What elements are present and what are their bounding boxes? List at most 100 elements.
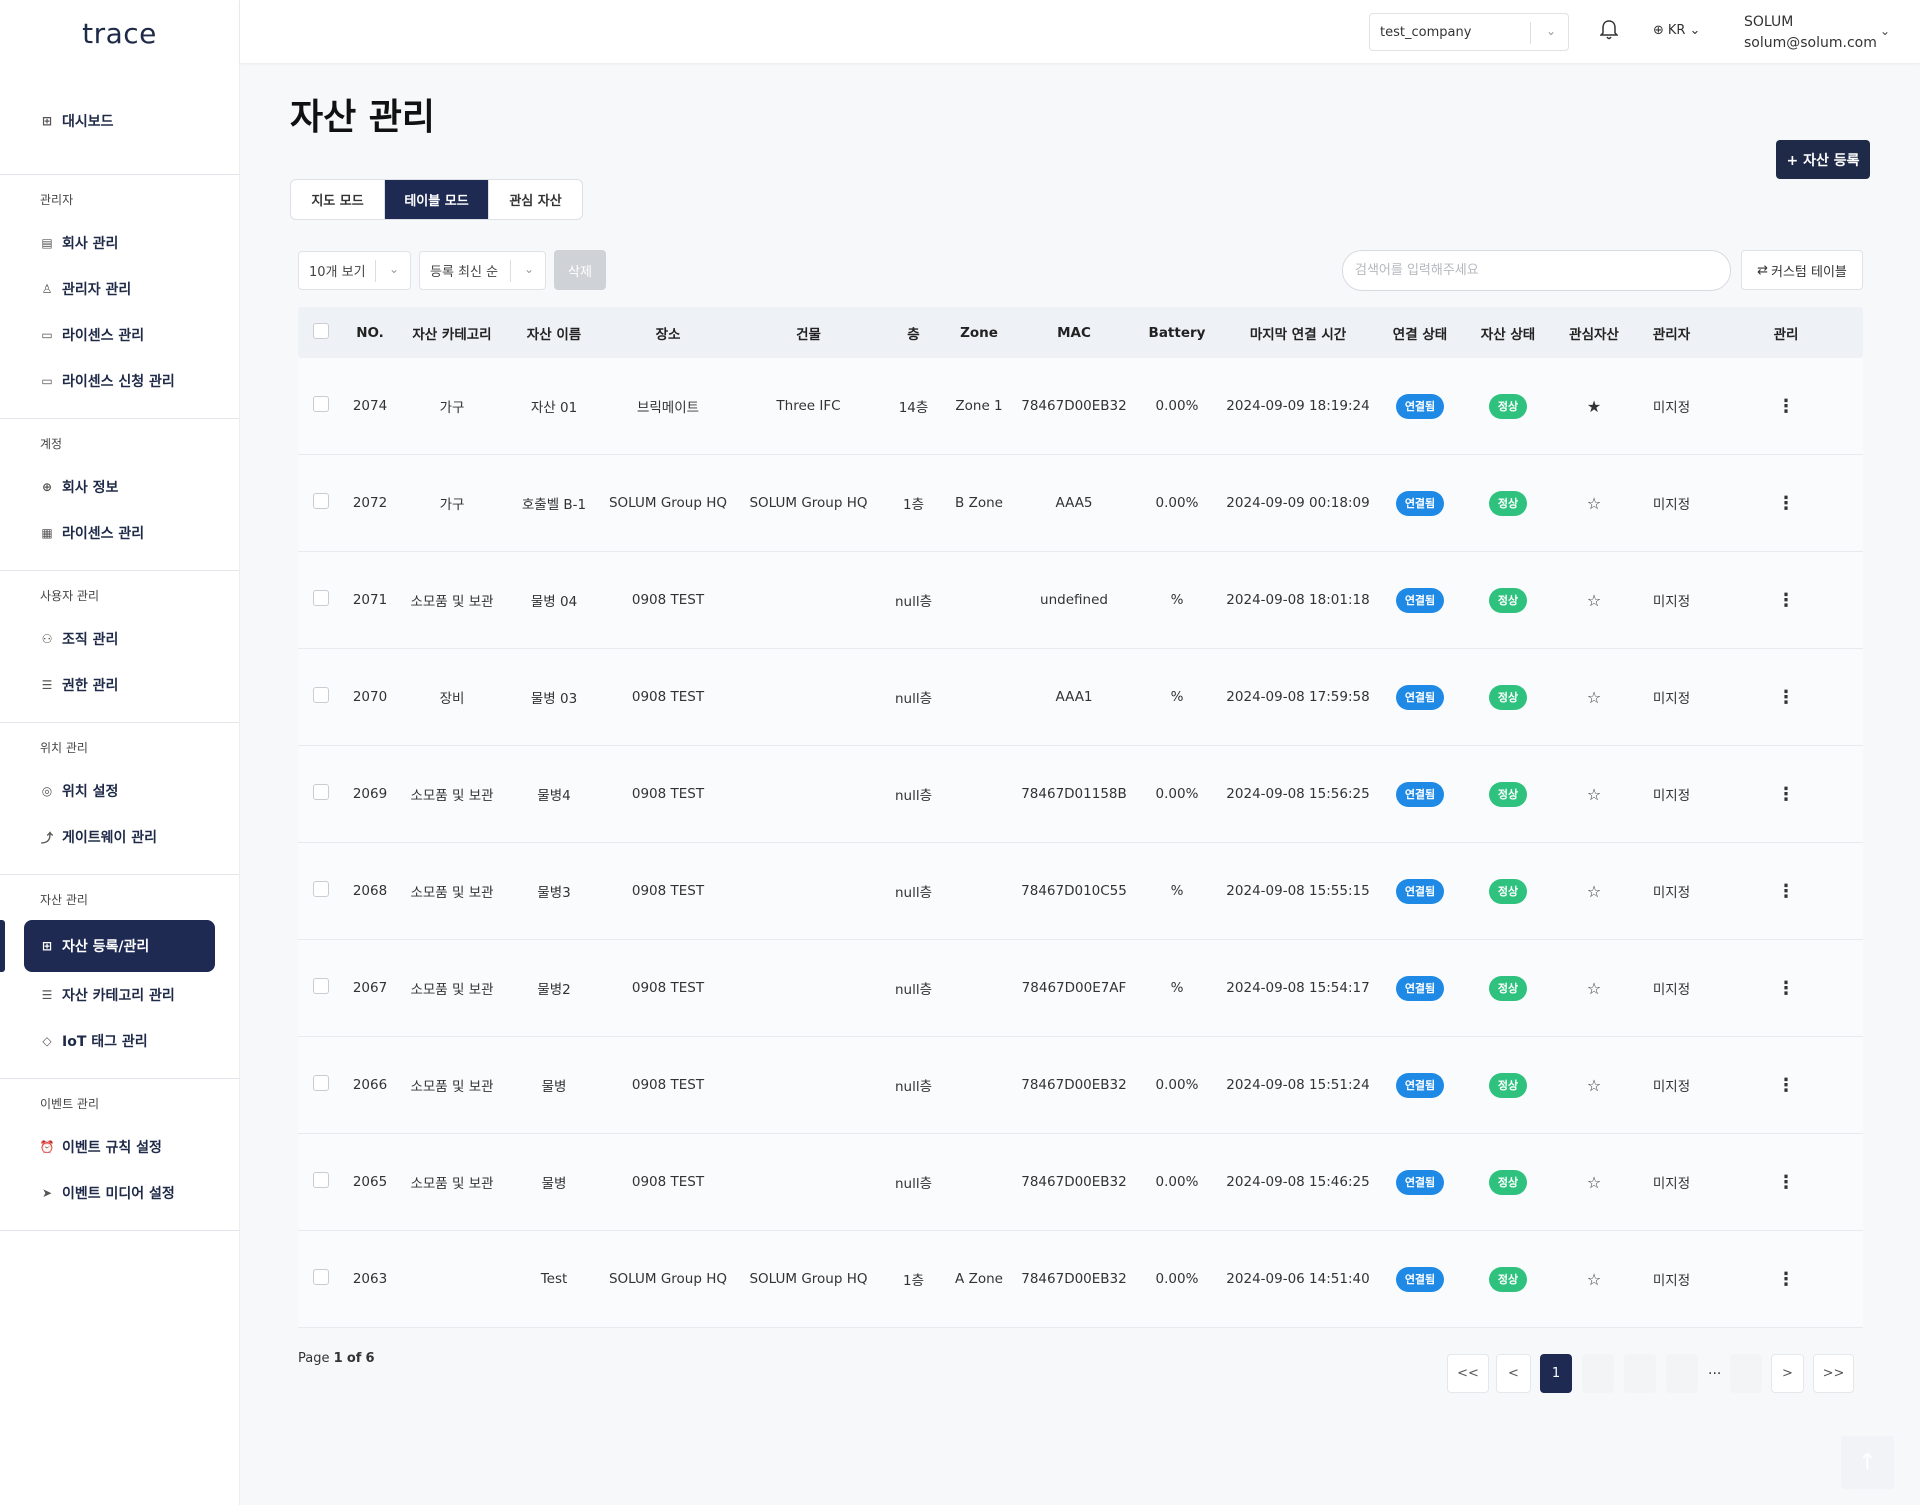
more-vertical-icon[interactable]: ⋮ [1777, 1269, 1795, 1290]
more-vertical-icon[interactable]: ⋮ [1777, 1075, 1795, 1096]
sidebar-item[interactable]: ◎ 위치 설정 [24, 768, 215, 814]
page-button[interactable]: 2 [1582, 1354, 1614, 1393]
page-button[interactable]: 6 [1730, 1354, 1762, 1393]
chevron-down-icon[interactable]: ⌄ [1880, 24, 1890, 38]
more-vertical-icon[interactable]: ⋮ [1777, 784, 1795, 805]
sidebar-item[interactable]: ⏰ 이벤트 규칙 설정 [24, 1124, 215, 1170]
table-row[interactable]: 2070 장비 물병 03 0908 TEST null층 AAA1% 2024-09-08… [298, 649, 1863, 746]
sidebar-item[interactable]: ♙ 관리자 관리 [24, 266, 215, 312]
bell-icon[interactable] [1599, 20, 1619, 45]
star-outline-icon[interactable]: ☆ [1587, 688, 1601, 707]
sidebar-item-label: 이벤트 규칙 설정 [62, 1140, 162, 1156]
swap-icon: ⇄ [1757, 262, 1768, 278]
star-outline-icon[interactable]: ☆ [1587, 494, 1601, 513]
more-vertical-icon[interactable]: ⋮ [1777, 881, 1795, 902]
user-menu[interactable]: SOLUM solum@solum.com [1744, 12, 1877, 54]
cell-status: 정상 [1462, 587, 1554, 613]
sidebar-item[interactable]: ▭ 라이센스 신청 관리 [24, 358, 215, 404]
tab-favorite-assets[interactable]: 관심 자산 [489, 180, 582, 219]
more-vertical-icon[interactable]: ⋮ [1777, 396, 1795, 417]
sidebar-item[interactable]: ▭ 라이센스 관리 [24, 312, 215, 358]
tab-map-mode[interactable]: 지도 모드 [291, 180, 385, 219]
star-outline-icon[interactable]: ☆ [1587, 1076, 1601, 1095]
search-input[interactable] [1342, 250, 1731, 291]
star-outline-icon[interactable]: ☆ [1587, 1270, 1601, 1289]
row-checkbox[interactable] [313, 1075, 329, 1091]
sidebar-item-dashboard[interactable]: ⊞ 대시보드 [24, 98, 215, 144]
row-checkbox[interactable] [313, 784, 329, 800]
language-select[interactable]: ⊕ KR ⌄ [1653, 23, 1700, 38]
table-row[interactable]: 2072 가구 호출벨 B-1 SOLUM Group HQ SOLUM Group H… [298, 455, 1863, 552]
row-checkbox[interactable] [313, 881, 329, 897]
star-outline-icon[interactable]: ☆ [1587, 979, 1601, 998]
cell-floor: null층 [894, 691, 933, 707]
table-row[interactable]: 2067 소모품 및 보관 물병2 0908 TEST null층 78467D00E7A… [298, 940, 1863, 1037]
page-button[interactable]: 3 [1624, 1354, 1656, 1393]
star-outline-icon[interactable]: ☆ [1587, 591, 1601, 610]
add-asset-button[interactable]: + 자산 등록 [1776, 140, 1870, 179]
row-checkbox[interactable] [313, 978, 329, 994]
table-row[interactable]: 2074 가구 자산 01 브릭메이트 Three IFC 14층 Zone 1 78467D… [298, 358, 1863, 455]
star-outline-icon[interactable]: ☆ [1587, 882, 1601, 901]
next-page-button[interactable]: > [1771, 1354, 1804, 1393]
cell-building: SOLUM Group HQ [749, 495, 868, 511]
more-vertical-icon[interactable]: ⋮ [1777, 590, 1795, 611]
sidebar-item[interactable]: ▤ 회사 관리 [24, 220, 215, 266]
sidebar-item[interactable]: ⤴ 게이트웨이 관리 [24, 814, 215, 860]
sidebar: trace ⊞ 대시보드 관리자 ▤ 회사 관리 ♙ 관리자 관리 ▭ 라이센스 관리 ▭ 라이… [0, 0, 240, 1505]
row-checkbox[interactable] [313, 1269, 329, 1285]
prev-page-button[interactable]: < [1496, 1354, 1531, 1393]
row-select-cell [298, 493, 344, 513]
table-row[interactable]: 2069 소모품 및 보관 물병4 0908 TEST null층 78467D01158… [298, 746, 1863, 843]
row-checkbox[interactable] [313, 1172, 329, 1188]
list-icon: ☰ [41, 678, 53, 692]
row-checkbox[interactable] [313, 396, 329, 412]
row-checkbox[interactable] [313, 687, 329, 703]
first-page-button[interactable]: << [1447, 1354, 1489, 1393]
pagination-ellipsis: ... [1708, 1362, 1722, 1378]
more-vertical-icon[interactable]: ⋮ [1777, 687, 1795, 708]
sidebar-item[interactable]: ➤ 이벤트 미디어 설정 [24, 1170, 215, 1216]
cell-name: 물병3 [537, 885, 571, 901]
more-vertical-icon[interactable]: ⋮ [1777, 1172, 1795, 1193]
row-select-cell [298, 1269, 344, 1289]
table-row[interactable]: 2063 Test SOLUM Group HQ SOLUM Group HQ 1층 A … [298, 1231, 1863, 1328]
table-row[interactable]: 2065 소모품 및 보관 물병 0908 TEST null층 78467D00EB32… [298, 1134, 1863, 1231]
table-row[interactable]: 2068 소모품 및 보관 물병3 0908 TEST null층 78467D010C5… [298, 843, 1863, 940]
page-size-select[interactable]: 10개 보기 ⌄ [298, 251, 411, 290]
row-checkbox[interactable] [313, 590, 329, 606]
sidebar-item[interactable]: ▦ 라이센스 관리 [24, 510, 215, 556]
tab-table-mode[interactable]: 테이블 모드 [385, 180, 489, 219]
star-filled-icon[interactable]: ★ [1587, 397, 1601, 416]
table-row[interactable]: 2071 소모품 및 보관 물병 04 0908 TEST null층 undefined… [298, 552, 1863, 649]
cell-category: 소모품 및 보관 [410, 788, 494, 804]
row-checkbox[interactable] [313, 493, 329, 509]
cell-floor: null층 [894, 788, 933, 804]
sidebar-item[interactable]: ⊕ 회사 정보 [24, 464, 215, 510]
page-button[interactable]: 1 [1540, 1354, 1572, 1393]
table-row[interactable]: 2066 소모품 및 보관 물병 0908 TEST null층 78467D00EB32… [298, 1037, 1863, 1134]
cell-place: 0908 TEST [631, 786, 705, 802]
cell-category: 가구 [439, 497, 465, 513]
sidebar-item[interactable]: ☰ 자산 카테고리 관리 [24, 972, 215, 1018]
trace-logo[interactable]: trace [0, 0, 239, 66]
status-badge: 정상 [1488, 393, 1528, 419]
sidebar-item[interactable]: ◇ IoT 태그 관리 [24, 1018, 215, 1064]
star-outline-icon[interactable]: ☆ [1587, 1173, 1601, 1192]
sidebar-item[interactable]: ⚇ 조직 관리 [24, 616, 215, 662]
cell-category: 소모품 및 보관 [410, 1079, 494, 1095]
page-button[interactable]: 4 [1666, 1354, 1698, 1393]
scroll-to-top-button[interactable]: ↑ [1841, 1436, 1894, 1489]
more-vertical-icon[interactable]: ⋮ [1777, 493, 1795, 514]
last-page-button[interactable]: >> [1813, 1354, 1854, 1393]
company-select[interactable]: test_company ⌄ [1369, 13, 1569, 51]
star-outline-icon[interactable]: ☆ [1587, 785, 1601, 804]
select-all-checkbox[interactable] [313, 322, 329, 339]
grid-icon: ⊞ [41, 114, 53, 128]
custom-table-button[interactable]: ⇄ 커스텀 테이블 [1741, 250, 1863, 290]
delete-button[interactable]: 삭제 [554, 250, 606, 290]
sidebar-item[interactable]: ⊞ 자산 등록/관리 [0, 920, 215, 972]
sidebar-item[interactable]: ☰ 권한 관리 [24, 662, 215, 708]
more-vertical-icon[interactable]: ⋮ [1777, 978, 1795, 999]
sort-select[interactable]: 등록 최신 순 ⌄ [419, 251, 546, 290]
